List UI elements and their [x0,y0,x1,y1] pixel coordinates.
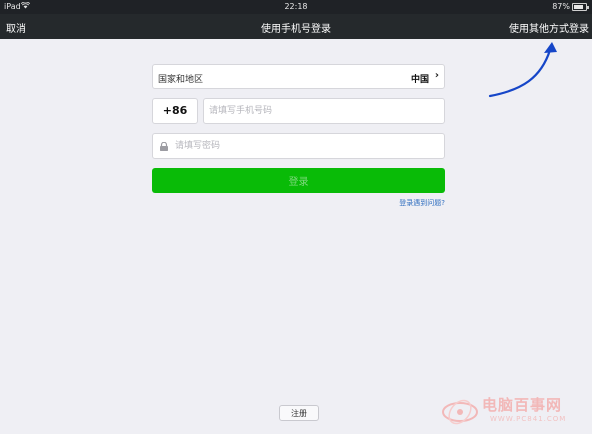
status-bar: iPad 22:18 87% [0,0,592,14]
nav-bar: 取消 使用手机号登录 使用其他方式登录 [0,14,592,39]
watermark-url: WWW.PC841.COM [490,415,567,423]
battery-percent: 87% [552,2,570,11]
phone-field[interactable] [203,98,445,124]
country-label: 国家和地区 [158,75,204,85]
login-help-link[interactable]: 登录遇到问题? [399,198,445,208]
country-selector[interactable]: 国家和地区 中国 › [152,64,445,89]
page-title: 使用手机号登录 [261,24,331,35]
annotation-arrow [488,42,557,98]
watermark-logo-icon [442,399,478,425]
clock: 22:18 [284,2,308,11]
other-login-button[interactable]: 使用其他方式登录 [509,20,589,35]
watermark: 电脑百事网 WWW.PC841.COM [440,392,590,432]
lock-icon [160,142,168,151]
battery-icon [572,3,589,11]
country-code-value: +86 [162,104,188,117]
watermark-text: 电脑百事网 [482,396,563,414]
password-input[interactable] [175,134,440,158]
country-code[interactable]: +86 [152,98,198,124]
password-field[interactable] [152,133,445,159]
login-button[interactable]: 登录 [152,168,445,193]
country-value: 中国 [410,75,429,85]
phone-input[interactable] [209,99,439,123]
chevron-right-icon: › [434,70,439,81]
register-button[interactable]: 注册 [279,405,319,421]
